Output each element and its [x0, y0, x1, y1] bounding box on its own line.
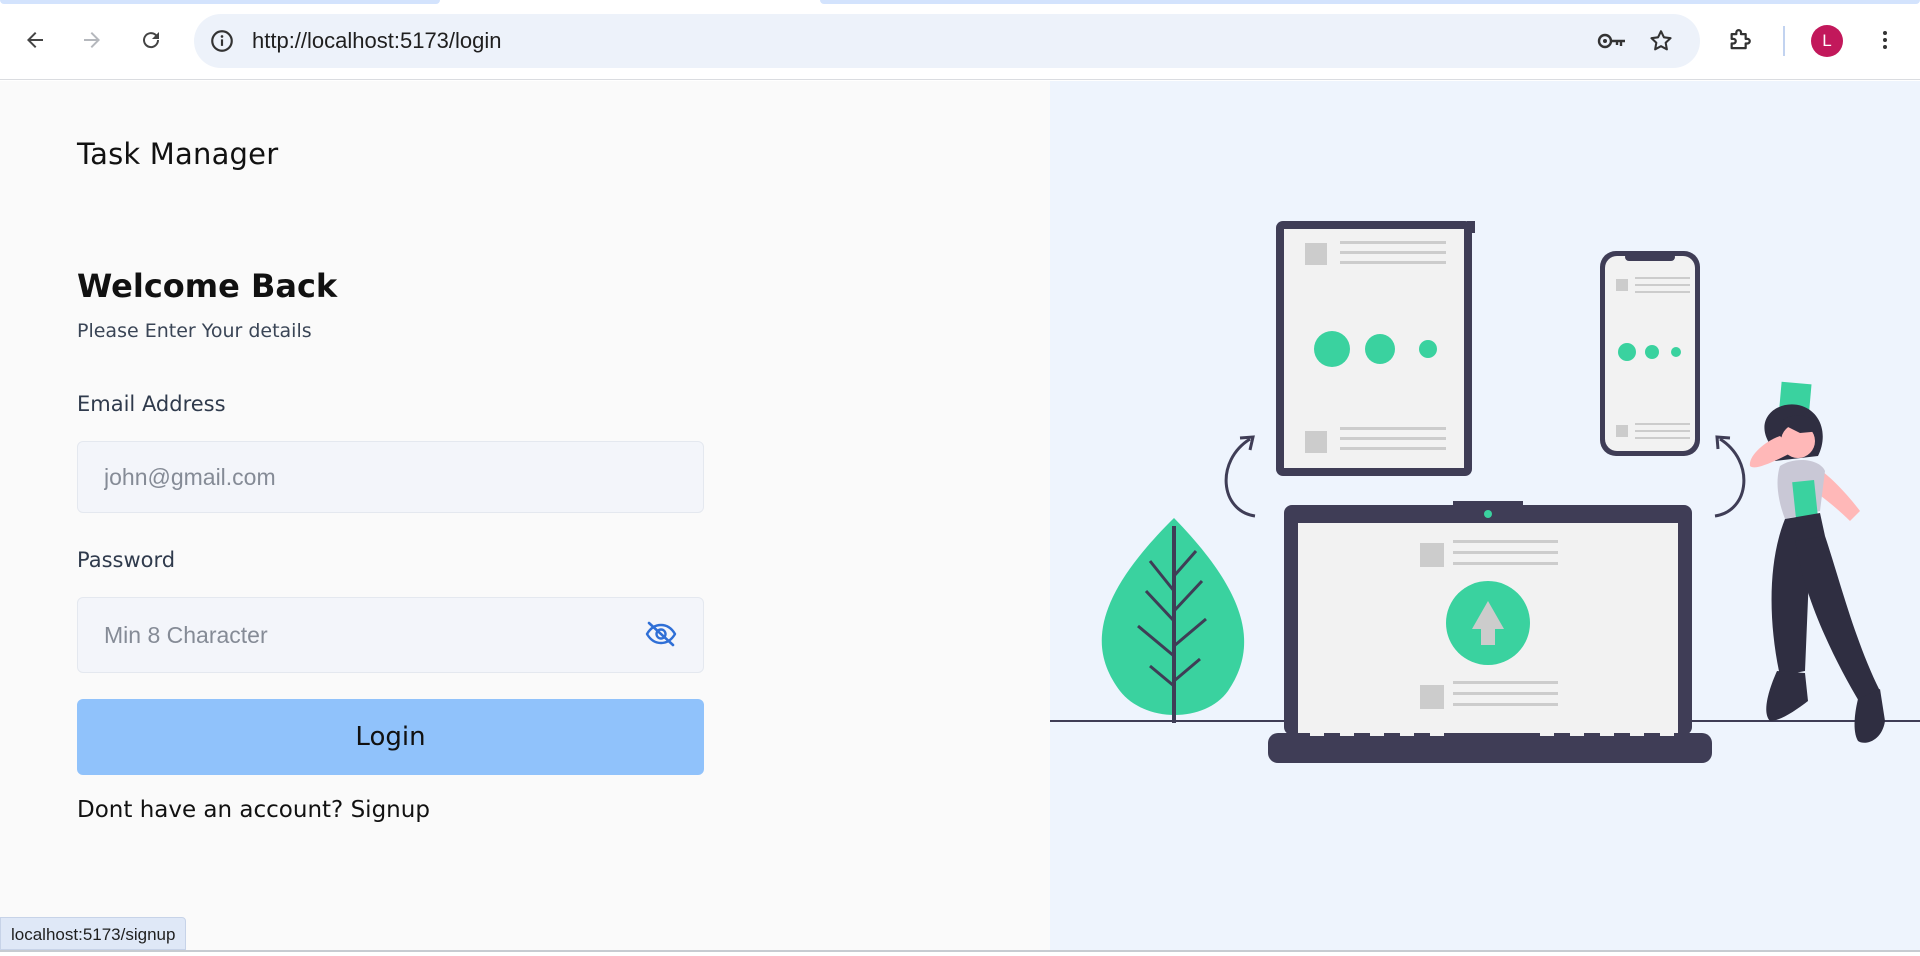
arrow-right-icon: [84, 32, 100, 48]
laptop-device: [1268, 501, 1712, 763]
plant-leaf: [1101, 518, 1245, 723]
toolbar-separator: [1783, 26, 1785, 56]
phone-device: [1600, 251, 1700, 456]
back-button[interactable]: [17, 22, 53, 58]
more-vertical-icon: [1883, 31, 1887, 49]
tablet-device: [1276, 221, 1475, 476]
woman-figure: [1749, 381, 1885, 743]
tab-active[interactable]: [0, 0, 440, 4]
browser-menu-button[interactable]: [1867, 22, 1903, 58]
password-manager-button[interactable]: [1594, 23, 1630, 59]
extensions-button[interactable]: [1723, 22, 1759, 58]
puzzle-icon: [1730, 29, 1751, 50]
address-bar[interactable]: http://localhost:5173/login: [194, 14, 1700, 68]
reload-icon: [143, 32, 160, 49]
email-field-wrapper: [77, 441, 704, 513]
page-title: Welcome Back: [77, 267, 338, 305]
signup-prompt-text: Dont have an account?: [77, 797, 344, 823]
login-button[interactable]: Login: [77, 699, 704, 775]
illustration-panel: [1050, 81, 1920, 952]
page-subtitle: Please Enter Your details: [77, 320, 312, 342]
forward-button[interactable]: [74, 22, 110, 58]
password-label: Password: [77, 548, 176, 572]
site-info-button[interactable]: [204, 23, 240, 59]
tab-strip: [0, 0, 1920, 5]
browser-toolbar: http://localhost:5173/login L: [0, 0, 1920, 80]
login-form-panel: Task Manager Welcome Back Please Enter Y…: [0, 81, 1050, 952]
key-icon: [1597, 33, 1625, 49]
password-field[interactable]: [78, 598, 703, 672]
url-text[interactable]: http://localhost:5173/login: [252, 14, 502, 68]
bookmark-button[interactable]: [1643, 23, 1679, 59]
email-label: Email Address: [77, 392, 226, 416]
signup-prompt-row: Dont have an account? Signup: [77, 797, 430, 823]
app-brand: Task Manager: [77, 137, 279, 171]
signup-link[interactable]: Signup: [351, 797, 430, 823]
eye-off-icon[interactable]: [645, 620, 677, 648]
reload-button[interactable]: [133, 22, 169, 58]
profile-avatar[interactable]: L: [1811, 25, 1843, 57]
cycle-arrow-right: [1714, 437, 1746, 518]
login-page: Task Manager Welcome Back Please Enter Y…: [0, 81, 1920, 952]
arrow-left-icon: [27, 32, 43, 48]
tab-inactive[interactable]: [820, 0, 1920, 4]
star-icon: [1650, 30, 1672, 51]
password-field-wrapper: [77, 597, 704, 673]
email-field[interactable]: [78, 442, 703, 512]
cycle-arrow-left: [1224, 437, 1256, 518]
devices-illustration: [1050, 221, 1920, 763]
info-icon: [211, 30, 233, 52]
status-bar-url: localhost:5173/signup: [0, 917, 187, 950]
